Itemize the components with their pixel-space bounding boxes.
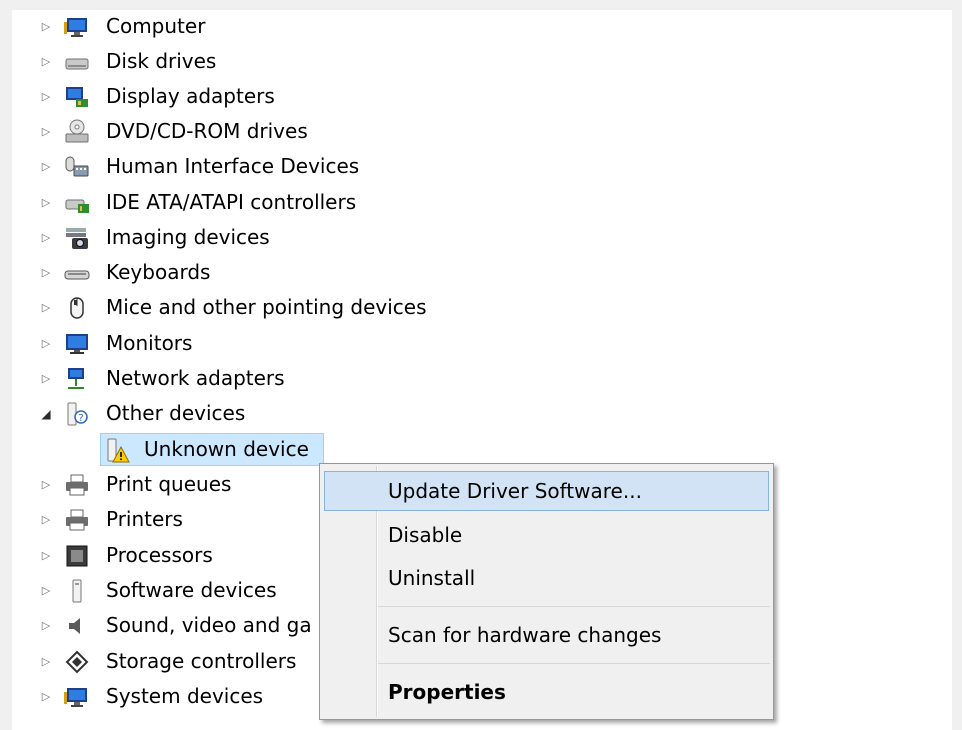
menu-item-scan-hardware[interactable]: Scan for hardware changes bbox=[324, 615, 769, 655]
tree-node-label: IDE ATA/ATAPI controllers bbox=[106, 190, 357, 214]
tree-node-printers[interactable]: ▷ Printers bbox=[12, 502, 312, 537]
printer-icon bbox=[66, 474, 88, 496]
tree-node-label: Sound, video and ga bbox=[106, 613, 312, 637]
tree-node-label: Keyboards bbox=[106, 260, 211, 284]
expand-arrow-icon[interactable]: ▷ bbox=[40, 690, 52, 703]
menu-item-disable[interactable]: Disable bbox=[324, 515, 769, 555]
dvd-drive-icon bbox=[65, 119, 89, 143]
mouse-icon bbox=[70, 297, 84, 319]
network-icon bbox=[68, 368, 84, 389]
expand-arrow-icon[interactable]: ▷ bbox=[40, 513, 52, 526]
hid-icon bbox=[65, 156, 89, 177]
tree-node-label: Storage controllers bbox=[106, 649, 297, 673]
display-adapter-icon bbox=[66, 87, 88, 107]
svg-text:?: ? bbox=[78, 413, 83, 424]
menu-item-uninstall[interactable]: Uninstall bbox=[324, 558, 769, 598]
tree-node-ide-controllers[interactable]: ▷ IDE ATA/ATAPI controllers bbox=[12, 185, 412, 220]
monitor-icon bbox=[66, 334, 88, 354]
menu-item-label: Uninstall bbox=[388, 566, 476, 590]
expand-arrow-icon[interactable]: ▷ bbox=[40, 619, 52, 632]
expand-arrow-icon[interactable]: ▷ bbox=[40, 231, 52, 244]
tree-node-label: Software devices bbox=[106, 578, 277, 602]
tree-node-disk-drives[interactable]: ▷ Disk drives bbox=[12, 44, 312, 79]
expand-arrow-icon[interactable]: ▷ bbox=[40, 584, 52, 597]
expand-arrow-icon[interactable]: ▷ bbox=[40, 55, 52, 68]
printer-icon bbox=[66, 509, 88, 531]
tree-node-software-devices[interactable]: ▷ Software devices bbox=[12, 573, 312, 608]
expand-arrow-icon[interactable]: ▷ bbox=[40, 337, 52, 350]
tree-node-dvd-drives[interactable]: ▷ DVD/CD-ROM drives bbox=[12, 114, 312, 149]
ide-controller-icon bbox=[65, 199, 89, 213]
speaker-icon bbox=[69, 618, 80, 634]
expand-arrow-icon[interactable]: ▷ bbox=[40, 372, 52, 385]
tree-node-imaging-devices[interactable]: ▷ Imaging devices bbox=[12, 220, 312, 255]
menu-item-label: Scan for hardware changes bbox=[388, 623, 662, 647]
tree-node-label: Processors bbox=[106, 543, 213, 567]
tree-node-monitors[interactable]: ▷ Monitors bbox=[12, 326, 312, 361]
tree-node-storage-controllers[interactable]: ▷ Storage controllers bbox=[12, 644, 330, 679]
tree-node-label: DVD/CD-ROM drives bbox=[106, 119, 308, 143]
tree-node-label: Imaging devices bbox=[106, 225, 270, 249]
tree-node-label: Human Interface Devices bbox=[106, 154, 360, 178]
menu-separator bbox=[378, 606, 770, 607]
warning-device-icon bbox=[107, 438, 130, 463]
tree-node-hid[interactable]: ▷ Human Interface Devices bbox=[12, 149, 392, 184]
expand-arrow-icon[interactable]: ▷ bbox=[40, 160, 52, 173]
computer-icon bbox=[64, 18, 87, 37]
menu-item-properties[interactable]: Properties bbox=[324, 672, 769, 712]
expand-arrow-icon[interactable]: ▷ bbox=[40, 125, 52, 138]
software-device-icon bbox=[72, 579, 82, 603]
tree-node-label: Monitors bbox=[106, 331, 193, 355]
context-menu: Update Driver Software... Disable Uninst… bbox=[319, 463, 774, 720]
tree-node-computer[interactable]: ▷ Computer bbox=[12, 9, 312, 44]
disk-drive-icon bbox=[65, 58, 89, 70]
expand-arrow-icon[interactable]: ▷ bbox=[40, 655, 52, 668]
expand-arrow-icon[interactable]: ▷ bbox=[40, 196, 52, 209]
expand-arrow-icon[interactable]: ▷ bbox=[40, 20, 52, 33]
tree-node-keyboards[interactable]: ▷ Keyboards bbox=[12, 255, 312, 290]
expand-arrow-icon[interactable]: ▷ bbox=[40, 90, 52, 103]
camera-icon bbox=[66, 228, 88, 249]
tree-node-processors[interactable]: ▷ Processors bbox=[12, 538, 312, 573]
tree-node-system-devices[interactable]: ▷ System devices bbox=[12, 679, 330, 714]
tree-node-label: Print queues bbox=[106, 472, 232, 496]
tree-node-display-adapters[interactable]: ▷ Display adapters bbox=[12, 79, 312, 114]
tree-node-label: Other devices bbox=[106, 401, 246, 425]
tree-node-label: Network adapters bbox=[106, 366, 285, 390]
storage-controller-icon bbox=[65, 650, 89, 674]
expand-arrow-icon[interactable]: ▷ bbox=[40, 549, 52, 562]
menu-item-label: Update Driver Software... bbox=[388, 479, 642, 503]
menu-separator bbox=[378, 663, 770, 664]
expand-arrow-icon[interactable]: ▷ bbox=[40, 478, 52, 491]
tree-node-other-devices[interactable]: ◢ ? Other devices bbox=[12, 396, 312, 431]
tree-node-label: Mice and other pointing devices bbox=[106, 295, 427, 319]
tree-node-network-adapters[interactable]: ▷ Network adapters bbox=[12, 361, 312, 396]
collapse-arrow-icon[interactable]: ◢ bbox=[40, 407, 52, 421]
unknown-device-icon: ? bbox=[67, 402, 88, 426]
expand-arrow-icon[interactable]: ▷ bbox=[40, 266, 52, 279]
tree-node-label: Computer bbox=[106, 14, 206, 38]
system-device-icon bbox=[64, 688, 87, 707]
menu-item-label: Properties bbox=[388, 680, 506, 704]
tree-node-label: Display adapters bbox=[106, 84, 275, 108]
keyboard-icon bbox=[64, 270, 90, 280]
menu-item-label: Disable bbox=[388, 523, 463, 547]
tree-node-label: System devices bbox=[106, 684, 264, 708]
tree-node-label: Printers bbox=[106, 507, 183, 531]
tree-node-print-queues[interactable]: ▷ Print queues bbox=[12, 467, 312, 502]
menu-item-update-driver[interactable]: Update Driver Software... bbox=[324, 471, 769, 511]
processor-icon bbox=[66, 545, 88, 567]
tree-node-sound-video[interactable]: ▷ Sound, video and ga bbox=[12, 608, 330, 643]
tree-node-unknown-device[interactable]: Unknown device bbox=[12, 432, 352, 467]
tree-node-label: Unknown device bbox=[144, 437, 309, 461]
tree-node-mice[interactable]: ▷ Mice and other pointing devices bbox=[12, 290, 472, 325]
tree-node-label: Disk drives bbox=[106, 49, 217, 73]
expand-arrow-icon[interactable]: ▷ bbox=[40, 301, 52, 314]
